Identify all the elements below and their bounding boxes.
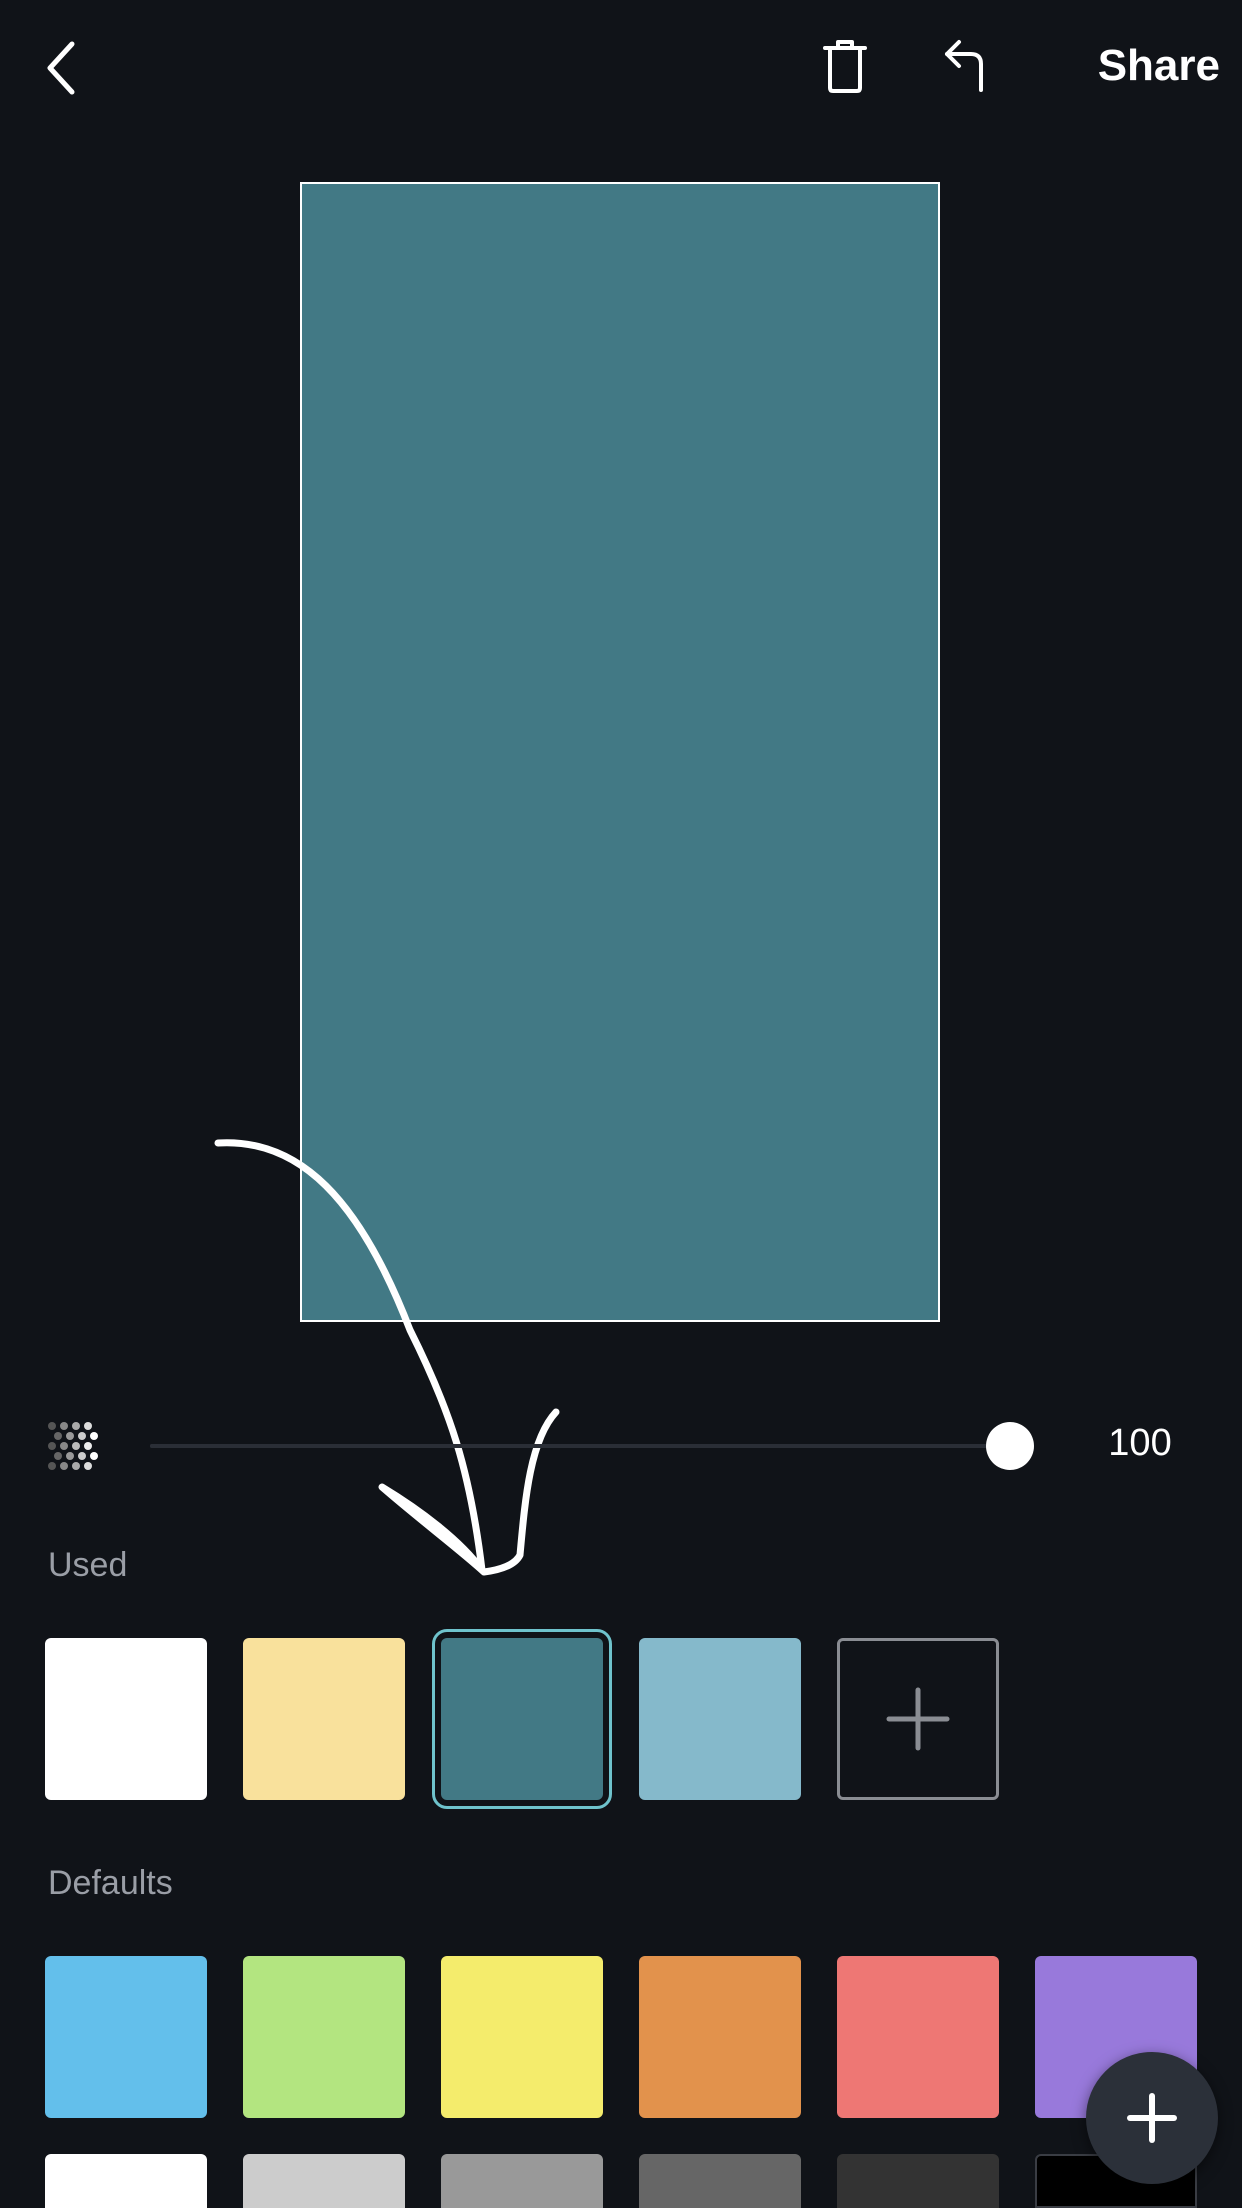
used-color-swatch[interactable] xyxy=(432,1629,612,1809)
chevron-left-icon xyxy=(47,41,75,95)
delete-button[interactable] xyxy=(812,30,878,102)
share-button[interactable]: Share xyxy=(1060,36,1220,96)
opacity-slider-fill xyxy=(150,1444,1010,1448)
plus-icon xyxy=(886,1687,950,1751)
canvas-preview[interactable] xyxy=(300,182,940,1322)
add-fab-button[interactable] xyxy=(1086,2052,1218,2184)
undo-button[interactable] xyxy=(930,30,1000,102)
opacity-slider-thumb[interactable] xyxy=(986,1422,1034,1470)
trash-icon xyxy=(823,40,867,93)
opacity-value: 100 xyxy=(1108,1422,1172,1464)
default-color-swatch[interactable] xyxy=(243,2154,405,2208)
add-color-button[interactable] xyxy=(837,1638,999,1800)
used-color-swatch[interactable] xyxy=(243,1638,405,1800)
back-button[interactable] xyxy=(30,30,90,102)
used-color-swatch[interactable] xyxy=(639,1638,801,1800)
undo-icon xyxy=(945,40,983,92)
top-toolbar: Share xyxy=(0,0,1242,140)
plus-icon xyxy=(1127,2093,1177,2143)
default-color-swatch[interactable] xyxy=(441,1956,603,2118)
used-color-swatch[interactable] xyxy=(45,1638,207,1800)
opacity-control: 100 xyxy=(0,1400,1242,1490)
default-color-swatch[interactable] xyxy=(639,1956,801,2118)
default-color-swatch[interactable] xyxy=(837,2154,999,2208)
defaults-section-label: Defaults xyxy=(48,1864,173,1902)
default-color-swatch[interactable] xyxy=(243,1956,405,2118)
opacity-slider-track[interactable] xyxy=(150,1422,1034,1470)
default-color-swatch[interactable] xyxy=(441,2154,603,2208)
default-color-swatch[interactable] xyxy=(837,1956,999,2118)
used-section-label: Used xyxy=(48,1546,128,1584)
default-color-swatch[interactable] xyxy=(45,2154,207,2208)
default-color-swatch[interactable] xyxy=(639,2154,801,2208)
opacity-dots-icon xyxy=(48,1422,98,1470)
default-color-swatch[interactable] xyxy=(45,1956,207,2118)
